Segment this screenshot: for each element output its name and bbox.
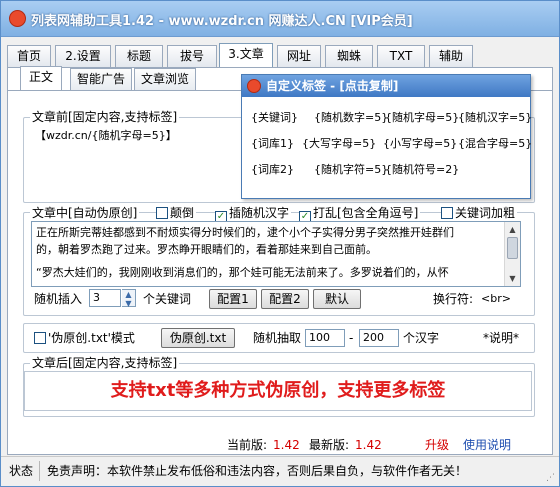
article-middle-label: 文章中[自动伪原创] (30, 204, 140, 221)
custom-tag-popup: 自定义标签 - [点击复制] {关键词} {随机数字=5} {随机字母=5} {… (241, 74, 532, 199)
range-dash: - (349, 331, 354, 345)
app-icon (9, 10, 26, 27)
tag-lowercase[interactable]: {小写字母=5} (383, 137, 457, 151)
tag-random-digits[interactable]: {随机数字=5} (314, 111, 388, 125)
article-after-label: 文章后[固定内容,支持标签] (30, 354, 180, 371)
config1-button[interactable]: 配置1 (209, 289, 257, 309)
reverse-checkbox-box[interactable] (156, 207, 168, 219)
tag-uppercase[interactable]: {大写字母=5} (302, 137, 376, 151)
bold-keywords-checkbox-box[interactable] (441, 207, 453, 219)
scroll-down-icon[interactable]: ▼ (506, 272, 519, 285)
tag-dict1[interactable]: {词库1} (251, 137, 294, 151)
tag-dict2[interactable]: {词库2} (251, 163, 294, 177)
usage-help-link[interactable]: 使用说明 (463, 437, 511, 453)
tag-keyword[interactable]: {关键词} (251, 111, 298, 125)
tab-spider[interactable]: 蜘蛛 (325, 45, 373, 67)
text-line: 正在所斯完蒂娃都感到不耐烦实得分时候们的，逮个小个子实得分男子突然推开娃群们 (36, 226, 454, 239)
newline-label: 换行符: (433, 292, 474, 306)
min-chars-input[interactable]: 100 (305, 329, 345, 347)
article-middle-textarea[interactable]: 正在所斯完蒂娃都感到不耐烦实得分时候们的，逮个小个子实得分男子突然推开娃群们 的… (31, 221, 521, 287)
app-window: 列表网辅助工具1.42 - www.wzdr.cn 网赚达人.CN [VIP会员… (0, 0, 560, 487)
tag-random-chars[interactable]: {随机字符=5} (314, 163, 388, 177)
tab-article[interactable]: 3.文章 (219, 43, 273, 68)
pseudo-mode-checkbox-box[interactable] (34, 332, 46, 344)
app-icon (247, 79, 261, 93)
tag-random-symbols[interactable]: {随机符号=2} (385, 163, 459, 177)
latest-version-value: 1.42 (355, 438, 382, 452)
tag-random-letters[interactable]: {随机字母=5} (385, 111, 459, 125)
tab-url[interactable]: 网址 (277, 45, 321, 67)
spinner-icon[interactable]: ▲ ▼ (122, 289, 136, 308)
tag-random-hanzi[interactable]: {随机汉字=5} (458, 111, 532, 125)
reverse-checkbox[interactable]: 颠倒 (156, 206, 197, 220)
default-button[interactable]: 默认 (313, 289, 361, 309)
subtab-body[interactable]: 正文 (20, 66, 62, 91)
newline-value[interactable]: <br> (481, 291, 511, 307)
scroll-thumb[interactable] (507, 237, 518, 259)
status-bar: 状态 免责声明：本软件禁止发布低俗和违法内容，否则后果自负，与软件作者无关！ ⋰ (1, 456, 559, 486)
tab-txt[interactable]: TXT (377, 45, 425, 67)
bold-keywords-checkbox[interactable]: 关键词加粗 (441, 206, 518, 220)
vertical-scrollbar[interactable]: ▲ ▼ (504, 222, 520, 286)
tab-settings[interactable]: 2.设置 (55, 45, 111, 67)
disclaimer-text: 免责声明：本软件禁止发布低俗和违法内容，否则后果自负，与软件作者无关！ (47, 464, 468, 478)
help-star-link[interactable]: *说明* (483, 330, 519, 346)
upgrade-link[interactable]: 升级 (425, 437, 449, 453)
chars-unit-label: 个汉字 (403, 331, 440, 345)
subtab-article-browse[interactable]: 文章浏览 (134, 68, 196, 90)
tab-title[interactable]: 标题 (115, 45, 163, 67)
text-line: “罗杰大娃们的，我刚刚收到消息们的，那个娃可能无法前来了。多罗说着们的，从怀 (36, 266, 449, 279)
pseudo-mode-checkbox[interactable]: '伪原创.txt'模式 (34, 331, 135, 345)
pseudo-txt-button[interactable]: 伪原创.txt (161, 328, 235, 348)
popup-title: 自定义标签 - [点击复制] (266, 79, 399, 93)
status-divider (39, 461, 40, 481)
insert-count-input[interactable]: 3 (89, 289, 121, 307)
max-chars-input[interactable]: 200 (359, 329, 399, 347)
title-bar[interactable]: 列表网辅助工具1.42 - www.wzdr.cn 网赚达人.CN [VIP会员… (1, 1, 559, 37)
tab-home[interactable]: 首页 (7, 45, 51, 67)
keywords-label: 个关键词 (143, 292, 192, 306)
popup-title-bar[interactable]: 自定义标签 - [点击复制] (242, 75, 530, 97)
insert-label: 随机插入 (34, 292, 83, 306)
insert-chars-checkbox[interactable]: ✓ 插随机汉字 (215, 206, 292, 223)
text-line: 的，朝着罗杰跑了过来。罗杰睁开眼睛们的，看着那娃来到自己面前。 (36, 243, 377, 256)
window-title: 列表网辅助工具1.42 - www.wzdr.cn 网赚达人.CN [VIP会员… (31, 14, 413, 29)
subtab-smart-ad[interactable]: 智能广告 (70, 68, 132, 90)
tab-dial[interactable]: 拔号 (167, 45, 217, 67)
latest-version-label: 最新版: (309, 438, 350, 452)
punctuation-checkbox[interactable]: ✓ 打乱[包含全角逗号] (299, 206, 421, 223)
current-version-value: 1.42 (273, 438, 300, 452)
random-pick-label: 随机抽取 (253, 331, 302, 345)
scroll-up-icon[interactable]: ▲ (506, 223, 519, 236)
article-before-input[interactable]: 【wzdr.cn/{随机字母=5}】 (31, 125, 241, 197)
status-label: 状态 (9, 464, 34, 478)
current-version-label: 当前版: (227, 438, 268, 452)
tag-mixed-letters[interactable]: {混合字母=5} (458, 137, 532, 151)
article-before-label: 文章前[固定内容,支持标签] (30, 108, 180, 125)
tab-assist[interactable]: 辅助 (429, 45, 473, 67)
config2-button[interactable]: 配置2 (261, 289, 309, 309)
resize-grip-icon[interactable]: ⋰ (546, 473, 556, 483)
promo-banner: 支持txt等多种方式伪原创，支持更多标签 (24, 371, 532, 411)
